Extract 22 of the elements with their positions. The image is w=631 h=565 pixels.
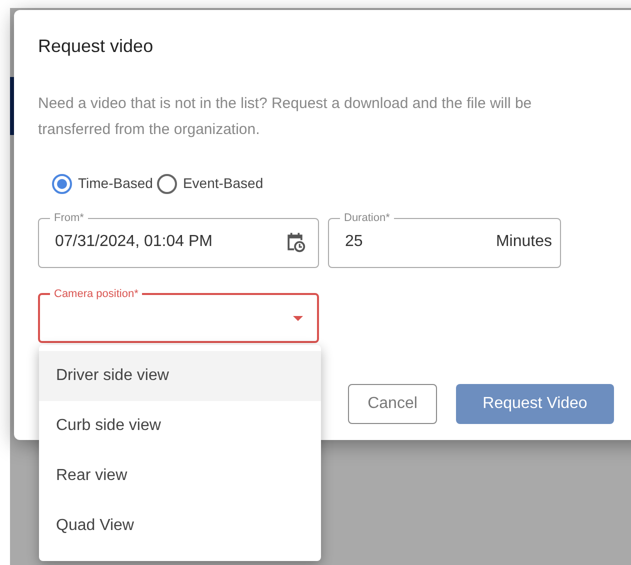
- dropdown-caret-icon: [293, 316, 303, 320]
- description-text: Need a video that is not in the list? Request a download and the file will be transferred from the organization.: [38, 94, 533, 140]
- radio-button[interactable]: [156, 174, 177, 194]
- from-field[interactable]: From* 07/31/2024, 01:04 PM: [38, 212, 319, 268]
- dialog-title: Request video: [38, 36, 154, 56]
- field-value: 07/31/2024, 01:04 PM: [55, 232, 212, 252]
- field-label: From*: [53, 212, 85, 224]
- unit-label: Minutes: [496, 232, 552, 252]
- field-value: 25: [345, 232, 363, 252]
- menu-option[interactable]: Quad View: [39, 501, 321, 551]
- radio-label: Time-Based: [78, 174, 153, 193]
- menu-option[interactable]: Rear view: [39, 451, 321, 501]
- field-label: Duration*: [343, 212, 391, 224]
- radio-option[interactable]: Time-Based: [52, 173, 153, 194]
- field-label: Camera position*: [50, 287, 142, 301]
- radio-label: Event-Based: [182, 174, 264, 193]
- menu-option[interactable]: Driver side view: [39, 351, 321, 401]
- radio-option[interactable]: Event-Based: [156, 173, 264, 194]
- cancel-button[interactable]: Cancel: [348, 384, 437, 424]
- menu-option[interactable]: Curb side view: [39, 401, 321, 451]
- radio-button[interactable]: [52, 174, 72, 194]
- duration-field[interactable]: Duration* 25 Minutes: [328, 212, 561, 268]
